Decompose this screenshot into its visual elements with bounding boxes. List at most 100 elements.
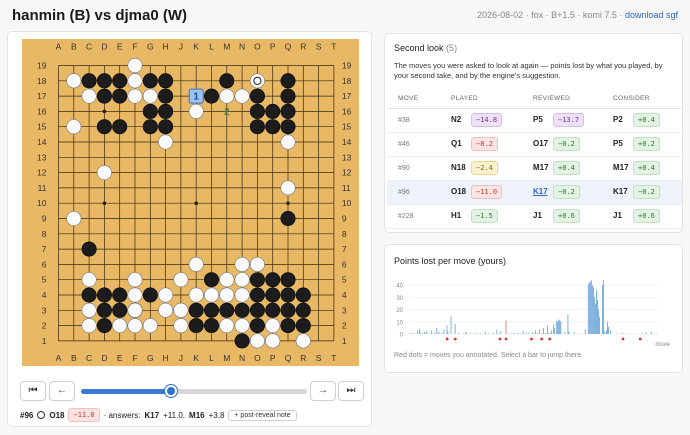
loss-bar[interactable] (500, 331, 502, 334)
loss-bar[interactable] (556, 320, 558, 334)
loss-bar[interactable] (527, 333, 529, 334)
loss-bar[interactable] (573, 332, 575, 334)
next-move-button[interactable]: → (310, 381, 336, 401)
review-row[interactable]: #228 H1 −1.5 J1 +0.6 J1 +0.6 (387, 204, 682, 229)
loss-bar[interactable] (492, 333, 494, 334)
loss-bar[interactable] (568, 331, 570, 334)
loss-bar[interactable] (548, 332, 550, 334)
loss-bar[interactable] (485, 331, 486, 334)
loss-bar[interactable] (604, 331, 605, 334)
loss-bar[interactable] (454, 323, 456, 334)
loss-bar[interactable] (522, 330, 524, 334)
loss-bar[interactable] (409, 333, 410, 334)
loss-bar[interactable] (587, 283, 589, 334)
loss-bar[interactable] (525, 332, 527, 334)
loss-bar[interactable] (473, 333, 474, 334)
loss-bar[interactable] (599, 316, 600, 334)
loss-bar[interactable] (450, 315, 452, 334)
loss-bar[interactable] (589, 281, 591, 334)
loss-bar[interactable] (553, 324, 555, 334)
loss-bar[interactable] (441, 332, 443, 334)
loss-bar[interactable] (606, 330, 607, 334)
loss-bar[interactable] (595, 303, 596, 334)
loss-bar[interactable] (554, 327, 556, 334)
download-sgf-link[interactable]: download sgf (625, 10, 678, 20)
loss-bar[interactable] (434, 332, 436, 334)
loss-bar[interactable] (623, 333, 625, 334)
loss-bar[interactable] (422, 333, 423, 334)
loss-bar[interactable] (645, 332, 647, 334)
review-row[interactable]: #38 N2 −14.8 P5 −13.7 P2 +0.4 (387, 108, 682, 133)
loss-bar[interactable] (498, 333, 500, 334)
loss-bar[interactable] (447, 331, 449, 334)
loss-bar[interactable] (537, 332, 538, 334)
loss-bar[interactable] (591, 285, 593, 334)
loss-bar[interactable] (419, 329, 420, 334)
loss-bar[interactable] (513, 332, 515, 334)
review-row[interactable]: #90 N18 −2.4 M17 +0.4 M17 +0.4 (387, 156, 682, 181)
loss-bar[interactable] (431, 330, 433, 334)
loss-bar[interactable] (517, 333, 519, 334)
move-slider[interactable] (81, 385, 307, 397)
loss-bar[interactable] (598, 309, 599, 334)
loss-bar[interactable] (469, 333, 471, 334)
loss-bar[interactable] (607, 321, 608, 334)
go-board[interactable]: AABBCCDDEEFFGGHHJJKKLLMMNNOOPPQQRRSSTT19… (22, 39, 359, 366)
loss-bar[interactable] (480, 333, 481, 334)
loss-bar[interactable] (567, 314, 569, 334)
loss-bar[interactable] (436, 327, 438, 334)
loss-bar[interactable] (610, 330, 612, 334)
loss-bar[interactable] (603, 280, 604, 334)
loss-bar[interactable] (531, 332, 533, 334)
loss-bar[interactable] (650, 331, 652, 334)
loss-bar[interactable] (621, 332, 623, 334)
loss-bar[interactable] (592, 287, 594, 334)
loss-bar[interactable] (593, 297, 595, 334)
loss-bar[interactable] (417, 330, 418, 334)
loss-bar[interactable] (426, 331, 428, 334)
loss-bar[interactable] (564, 331, 566, 334)
loss-bar[interactable] (584, 329, 586, 334)
white-stone (219, 272, 235, 288)
loss-bar[interactable] (412, 333, 413, 334)
review-row[interactable]: #46 Q1 −8.2 O17 −0.2 P5 +0.2 (387, 132, 682, 157)
loss-bar[interactable] (443, 329, 445, 334)
loss-bar[interactable] (465, 332, 467, 334)
post-reveal-note-button[interactable]: + post-reveal note (228, 409, 297, 421)
loss-bar[interactable] (505, 320, 507, 334)
loss-bar[interactable] (608, 326, 609, 334)
loss-bar[interactable] (557, 321, 559, 334)
row-reviewed-coord[interactable]: K17 (533, 187, 553, 196)
loss-bar[interactable] (420, 332, 421, 334)
last-move-button[interactable]: ⏭ (338, 381, 364, 401)
loss-bar[interactable] (424, 332, 426, 334)
points-lost-chart[interactable]: 40 30 20 10 0 move (385, 271, 684, 351)
loss-bar[interactable] (655, 333, 657, 334)
loss-bar[interactable] (535, 330, 536, 334)
loss-bar[interactable] (558, 319, 560, 334)
loss-bar[interactable] (457, 333, 459, 334)
loss-bar[interactable] (496, 329, 498, 334)
loss-bar[interactable] (510, 333, 512, 334)
first-move-button[interactable]: ⏮ (20, 381, 46, 401)
review-row[interactable]: #96 O18 −11.0 K17 −0.2 K17 −0.2 (387, 180, 682, 205)
loss-bar[interactable] (602, 285, 603, 334)
loss-bar[interactable] (446, 325, 448, 334)
loss-bar[interactable] (559, 320, 561, 334)
loss-bar[interactable] (438, 331, 440, 334)
loss-bar[interactable] (545, 333, 546, 334)
loss-bar[interactable] (539, 329, 540, 334)
loss-bar[interactable] (547, 325, 548, 334)
move-slider-thumb[interactable] (165, 385, 178, 397)
loss-bar[interactable] (520, 333, 522, 334)
loss-bar[interactable] (641, 333, 643, 334)
loss-bar[interactable] (551, 330, 553, 334)
prev-move-button[interactable]: ← (49, 381, 75, 401)
loss-bar[interactable] (560, 321, 562, 334)
loss-bar[interactable] (597, 299, 598, 334)
loss-bar[interactable] (590, 280, 592, 334)
loss-bar[interactable] (596, 290, 597, 334)
loss-bar[interactable] (588, 282, 590, 334)
loss-bar[interactable] (543, 327, 544, 334)
loss-bar[interactable] (464, 332, 466, 334)
